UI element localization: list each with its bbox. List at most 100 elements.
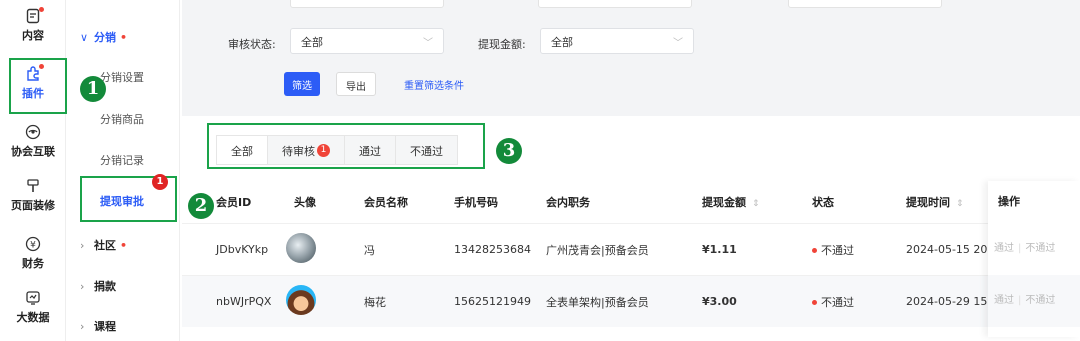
cell-status: 不通过 (812, 294, 906, 310)
rail-label: 财务 (22, 257, 44, 270)
cell-member-name: 冯 (364, 243, 375, 257)
col-amount[interactable]: 提现金额 ⇕ (702, 194, 812, 210)
annotation-box-3 (207, 123, 485, 169)
top-filter-input-1[interactable] (290, 0, 444, 8)
annotation-number-3: 3 (496, 138, 522, 164)
amount-label: 提现金额: (478, 38, 526, 51)
submenu-group-label: 课程 (94, 320, 116, 333)
cell-amount: ¥1.11 (702, 243, 737, 256)
col-operation: 操作 (998, 195, 1020, 208)
status-text: 不通过 (821, 295, 854, 309)
col-status: 状态 (812, 196, 834, 209)
rail-label: 协会互联 (11, 145, 55, 158)
submenu-group-donation[interactable]: › 捐款 (80, 278, 116, 294)
submenu-item-distribution-records[interactable]: 分销记录 (100, 152, 144, 168)
audit-status-select[interactable]: 全部 ﹀ (290, 28, 444, 54)
submenu-item-distribution-settings[interactable]: 分销设置 (100, 69, 144, 85)
rail-item-finance[interactable]: ¥ 财务 (0, 236, 66, 271)
approve-button[interactable]: 通过 (994, 295, 1014, 306)
sort-icon: ⇕ (752, 199, 760, 209)
rail-item-decoration[interactable]: 页面装修 (0, 178, 66, 213)
submenu-group-label: 社区 (94, 239, 116, 252)
submenu-item-distribution-goods[interactable]: 分销商品 (100, 111, 144, 127)
annotation-box-1 (9, 58, 67, 114)
rail-item-association[interactable]: 协会互联 (0, 124, 66, 159)
table-row: nbWJrPQX 梅花 15625121949 全表单架构|预备会员 ¥3.00… (182, 275, 1080, 327)
operation-column: 操作 通过 | 不通过 通过 | 不通过 (988, 181, 1080, 337)
avatar (286, 233, 316, 263)
cell-member-id: JDbvKYkp (216, 243, 269, 256)
select-value: 全部 (551, 36, 573, 49)
notification-badge: 1 (152, 174, 168, 190)
col-time-label: 提现时间 (906, 196, 950, 209)
rail-label: 页面装修 (11, 199, 55, 212)
approve-button[interactable]: 通过 (994, 243, 1014, 254)
icon-rail: 内容 插件 协会互联 页面装修 ¥ 财务 大数据 (0, 0, 66, 341)
submenu-group-label: 分销 (94, 31, 116, 44)
withdraw-table: 会员ID 头像 会员名称 手机号码 会内职务 提现金额 ⇕ 状态 提现时间 ⇕ JD… (182, 181, 1080, 337)
export-button[interactable]: 导出 (336, 72, 376, 96)
chevron-right-icon: › (80, 280, 85, 293)
reject-button[interactable]: 不通过 (1025, 295, 1055, 306)
status-text: 不通过 (821, 243, 854, 257)
annotation-number-1: 1 (80, 76, 106, 102)
yuan-icon: ¥ (25, 236, 41, 252)
amount-select[interactable]: 全部 ﹀ (540, 28, 694, 54)
top-filter-input-3[interactable] (788, 0, 942, 8)
cell-role: 广州茂青会|预备会员 (546, 243, 649, 257)
submenu-group-distribution[interactable]: ∨ 分销 • (80, 29, 127, 45)
top-filter-input-2[interactable] (538, 0, 692, 8)
cell-avatar (286, 285, 364, 318)
main-panel: 审核状态: 全部 ﹀ 提现金额: 全部 ﹀ 筛选 导出 重置筛选条件 全部 待审… (182, 0, 1080, 341)
rail-label: 大数据 (16, 311, 50, 324)
rail-item-bigdata[interactable]: 大数据 (0, 290, 66, 325)
rail-item-content[interactable]: 内容 (0, 7, 66, 43)
operation-cell: 通过 | 不通过 (988, 223, 1080, 275)
cell-member-name: 梅花 (364, 295, 386, 309)
submenu-group-community[interactable]: › 社区 • (80, 237, 127, 253)
filter-button[interactable]: 筛选 (284, 72, 320, 96)
chevron-down-icon: ﹀ (423, 38, 433, 49)
col-avatar: 头像 (294, 196, 316, 209)
cell-role: 全表单架构|预备会员 (546, 295, 649, 309)
operation-cell: 通过 | 不通过 (988, 275, 1080, 327)
group-dot: • (120, 31, 128, 44)
submenu-group-label: 捐款 (94, 280, 116, 293)
chevron-right-icon: › (80, 239, 85, 252)
reject-button[interactable]: 不通过 (1025, 243, 1055, 254)
chevron-right-icon: › (80, 320, 85, 333)
table-row: JDbvKYkp 冯 13428253684 广州茂青会|预备会员 ¥1.11 … (182, 223, 1080, 275)
rail-label: 内容 (22, 29, 44, 42)
divider: | (1018, 295, 1022, 306)
status-dot (812, 247, 817, 253)
cell-phone: 15625121949 (454, 295, 531, 308)
filter-panel: 审核状态: 全部 ﹀ 提现金额: 全部 ﹀ 筛选 导出 重置筛选条件 (208, 0, 1080, 112)
col-member-name: 会员名称 (364, 196, 408, 209)
col-role: 会内职务 (546, 196, 590, 209)
audit-status-label: 审核状态: (228, 38, 276, 51)
sub-menu: ∨ 分销 • 分销设置 分销商品 分销记录 提现审批 › 社区 • › 捐款 › 课程 (66, 0, 180, 341)
avatar (286, 285, 316, 315)
col-amount-label: 提现金额 (702, 196, 746, 209)
cell-member-id: nbWJrPQX (216, 295, 272, 308)
chevron-down-icon: ∨ (80, 31, 89, 44)
status-dot (812, 299, 817, 305)
select-value: 全部 (301, 36, 323, 49)
cell-phone: 13428253684 (454, 243, 531, 256)
cell-avatar (286, 233, 364, 266)
cell-status: 不通过 (812, 242, 906, 258)
chevron-down-icon: ﹀ (673, 38, 683, 49)
brush-icon (25, 178, 41, 194)
document-icon (25, 7, 44, 24)
group-dot: • (120, 239, 128, 252)
submenu-group-course[interactable]: › 课程 (80, 318, 116, 334)
col-phone: 手机号码 (454, 196, 498, 209)
rail-dot (39, 7, 44, 12)
svg-text:¥: ¥ (30, 241, 36, 251)
eye-icon (25, 124, 41, 140)
cell-amount: ¥3.00 (702, 295, 737, 308)
divider: | (1018, 243, 1022, 254)
sort-icon: ⇕ (956, 199, 964, 209)
reset-filters-link[interactable]: 重置筛选条件 (404, 77, 464, 92)
chart-icon (25, 290, 41, 306)
